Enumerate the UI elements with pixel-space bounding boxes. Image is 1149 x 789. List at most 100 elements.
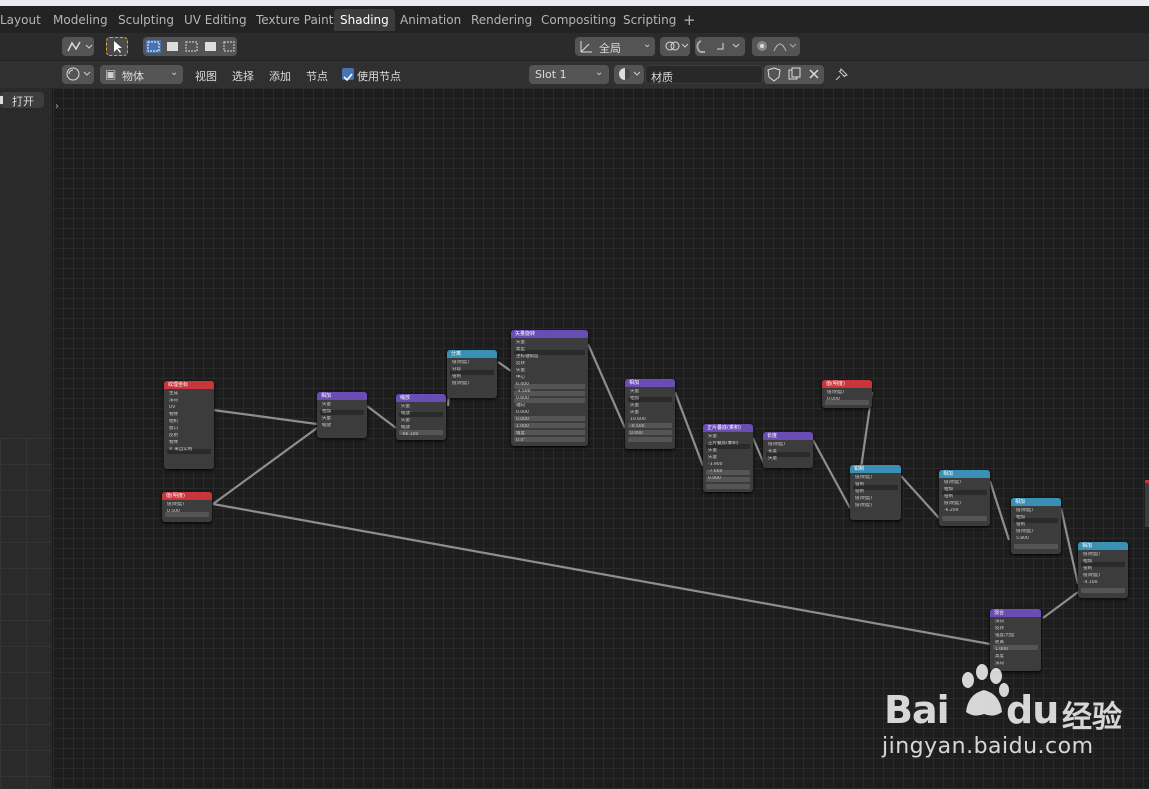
node-line: 生成 [169, 391, 178, 396]
node-field[interactable] [706, 484, 750, 489]
material-browse-button[interactable] [614, 65, 644, 84]
node-line: 0.000 [516, 410, 529, 415]
node-editor-header: ▣ 物体 ⌄ 视图 选择 添加 节点 使用节点 Slot 1 ⌄ 材质 [0, 60, 1149, 90]
node-line: 0.000 [516, 417, 529, 422]
node-field[interactable] [1014, 544, 1058, 549]
node-line: 矢量 [322, 416, 331, 421]
node-math-2[interactable]: 相加 值(明度) 相加 钳制 值(明度) -6.200 [939, 470, 990, 526]
node-header: 相加 [317, 392, 367, 400]
node-line: 钳制 [1016, 522, 1025, 527]
node-texture-coordinate[interactable]: 纹理坐标 生成 法向 UV 物体 相机 窗口 反射 物体 ≡ 来自实例 [164, 381, 214, 469]
node-line: 6.400 [516, 382, 529, 387]
node-separate[interactable]: 分离 值(明度) 分段 钳制 值(明度) [447, 350, 497, 398]
node-line: 法向 [995, 619, 1004, 624]
node-line: 相加 [630, 396, 639, 401]
node-line: UV [169, 405, 176, 410]
object-type-dropdown[interactable]: ▣ 物体 ⌄ [100, 65, 183, 84]
menu-select[interactable]: 选择 [232, 68, 254, 84]
node-header: 钳制 [850, 465, 901, 473]
node-line: 中心 [516, 375, 525, 380]
node-line: -4.100 [1083, 580, 1098, 585]
node-line: 矢量 [708, 448, 717, 453]
duplicate-icon[interactable] [784, 65, 804, 84]
orientation-axes-icon [580, 41, 592, 53]
proportional-editing-group[interactable] [752, 37, 800, 56]
use-nodes-label: 使用节点 [357, 70, 401, 83]
node-offscreen[interactable] [1145, 480, 1149, 527]
node-math-1[interactable]: 钳制 值(明度) 钳制 钳制 值(明度) 值(明度) [850, 465, 901, 520]
node-line: 矢量 [768, 456, 777, 461]
node-line: -3.500 [516, 389, 531, 394]
node-vector-scale[interactable]: 缩放 矢量 缩放 矢量 缩放 -66.100 [396, 394, 446, 440]
node-vector-multiply[interactable]: 正片叠底(乘积) 矢量 正片叠底(乘积) 矢量 矢量 -3.900 -7.600 0.000 [703, 424, 753, 492]
tab-uv-editing[interactable]: UV Editing [178, 9, 253, 31]
node-line: 值(明度) [1016, 529, 1034, 534]
tab-sculpting[interactable]: Sculpting [112, 9, 180, 31]
use-nodes-checkbox[interactable] [342, 68, 354, 82]
tab-layout[interactable]: Layout [0, 9, 47, 31]
node-line: 坐标轴角度 [516, 354, 539, 359]
node-field[interactable] [1081, 588, 1125, 593]
select-tool-button[interactable] [106, 37, 128, 56]
material-name-field[interactable]: 材质 [645, 65, 763, 84]
node-line: 值(明度) [855, 496, 873, 501]
node-value-1[interactable]: 值(明度) 值(明度) 0.500 [162, 492, 212, 522]
menu-view[interactable]: 视图 [195, 68, 217, 84]
node-header: 分离 [447, 350, 497, 358]
node-line: ≡ 来自实例 [169, 447, 193, 452]
pivot-point-dropdown[interactable] [660, 37, 690, 56]
tab-rendering[interactable]: Rendering [465, 9, 538, 31]
fake-user-shield-icon[interactable] [764, 65, 784, 84]
node-vector-add-1[interactable]: 相加 矢量 相加 矢量 缩放 [317, 392, 367, 438]
node-value-2[interactable]: 值(明度) 值(明度) 0.000 [822, 380, 872, 408]
tab-animation[interactable]: Animation [394, 9, 467, 31]
transform-orientation-dropdown[interactable]: 全局 ⌄ [575, 37, 655, 56]
node-header: 正片叠底(乘积) [703, 424, 753, 432]
node-vector-rotate[interactable]: 矢量旋转 矢量 类型 坐标轴角度 反转 矢量 中心 6.400 -3.500 0.600 轴向 0.… [511, 330, 588, 446]
node-line: 值(明度) [827, 390, 845, 395]
node-line: 类型 [516, 347, 525, 352]
menu-add[interactable]: 添加 [269, 68, 291, 84]
node-line: 1.000 [516, 424, 529, 429]
node-vector-length[interactable]: 长度 值(明度) 长度 矢量 [763, 432, 813, 468]
open-button[interactable]: 打开 [0, 92, 44, 108]
tab-scripting[interactable]: Scripting [617, 9, 682, 31]
editor-subtype-button[interactable] [62, 65, 94, 84]
node-line: 值(明度) [855, 503, 873, 508]
checkmark-icon [343, 73, 353, 82]
node-vector-add-2[interactable]: 相加 矢量 相加 矢量 矢量 10.600 -0.500 0.000 [625, 379, 675, 449]
node-line: 轴向 [516, 403, 525, 408]
node-field[interactable] [628, 437, 672, 442]
chevron-down-icon: ⌄ [595, 67, 604, 78]
tab-texture-paint[interactable]: Texture Paint [250, 9, 339, 31]
paw-logo-icon [962, 664, 1009, 716]
add-workspace-button[interactable]: + [677, 9, 702, 31]
node-line: 高度 [995, 654, 1004, 659]
workspace-tab-bar: Layout Modeling Sculpting UV Editing Tex… [0, 6, 1149, 33]
node-math-3[interactable]: 相加 值(明度) 相加 钳制 值(明度) 5.800 [1011, 498, 1061, 554]
node-header: 相加 [1011, 498, 1061, 506]
select-box-modes-icon[interactable] [143, 37, 237, 56]
tab-compositing[interactable]: Compositing [535, 9, 622, 31]
node-math-4[interactable]: 相加 值(明度) 相加 钳制 值(明度) -4.100 [1078, 542, 1128, 598]
snapping-group[interactable] [695, 37, 745, 56]
node-line: 物体 [169, 440, 178, 445]
snap-magnet-icon [696, 40, 740, 53]
close-icon[interactable] [804, 65, 824, 84]
object-square-icon: ▣ [105, 67, 117, 81]
editor-type-button[interactable] [62, 37, 94, 56]
node-field[interactable] [942, 516, 987, 521]
node-line: 反射 [169, 433, 178, 438]
pin-icon[interactable] [832, 66, 850, 84]
tab-shading[interactable]: Shading [334, 9, 395, 31]
slot-dropdown[interactable]: Slot 1 ⌄ [529, 65, 609, 84]
tab-modeling[interactable]: Modeling [47, 9, 114, 31]
material-sphere-icon [619, 68, 641, 80]
node-header: 相加 [625, 379, 675, 387]
node-line: 反转 [516, 361, 525, 366]
node-line: 相加 [1016, 515, 1025, 520]
node-line: 值(明度) [944, 480, 962, 485]
menu-node[interactable]: 节点 [306, 68, 328, 84]
node-line: 法向 [169, 398, 178, 403]
node-line: -6.200 [944, 508, 959, 513]
